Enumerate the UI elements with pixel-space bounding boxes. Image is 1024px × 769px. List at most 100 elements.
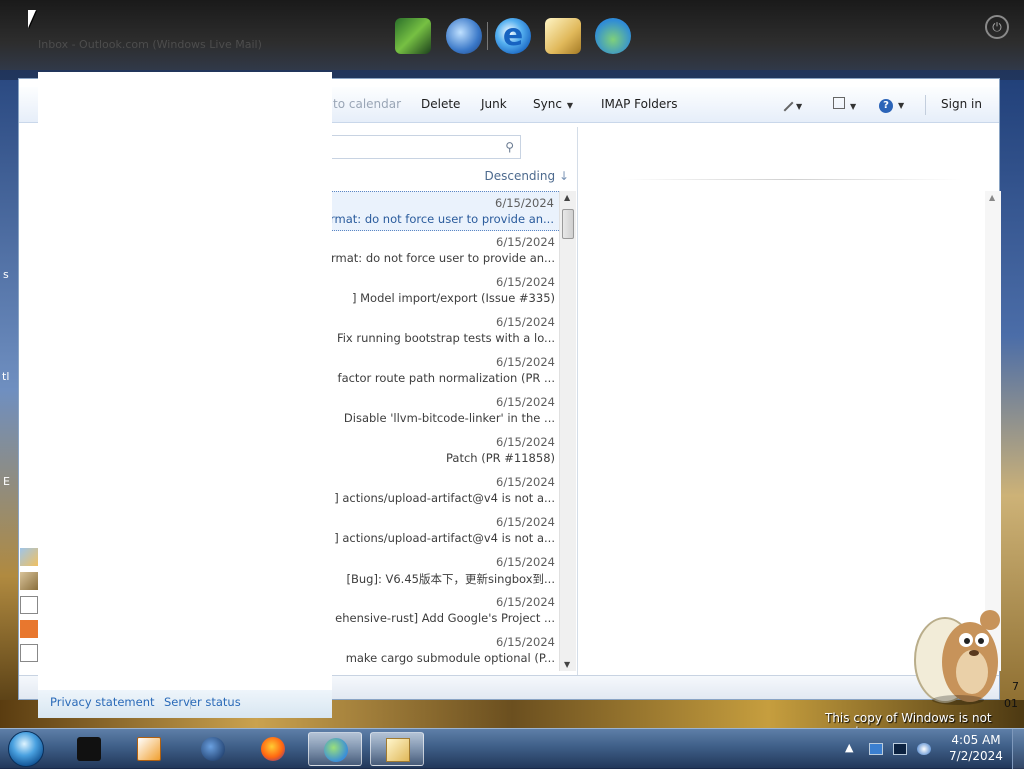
message-row[interactable]: 6/15/2024 ehensive-rust] Add Google's Pr…	[331, 591, 569, 631]
scroll-up-arrow-icon[interactable]: ▲	[564, 193, 570, 202]
message-row[interactable]: 6/15/2024 ] actions/upload-artifact@v4 i…	[331, 511, 569, 551]
message-list-scrollbar[interactable]: ▲ ▼	[559, 191, 576, 671]
message-date: 6/15/2024	[496, 395, 555, 409]
power-icon[interactable]: ⏻	[985, 15, 1009, 39]
message-date: 6/15/2024	[496, 635, 555, 649]
message-row[interactable]: 6/15/2024 Fix running bootstrap tests wi…	[331, 311, 569, 351]
desktop-wallpaper-left	[0, 80, 18, 700]
message-row[interactable]: 6/15/2024 ] actions/upload-artifact@v4 i…	[331, 471, 569, 511]
junk-button[interactable]: Junk	[481, 97, 507, 111]
scrollbar-thumb[interactable]	[562, 209, 574, 239]
imap-folders-button[interactable]: IMAP Folders	[601, 97, 678, 111]
message-row[interactable]: 6/15/2024 Patch (PR #11858) ⚑	[331, 431, 569, 471]
message-subject: [Bug]: V6.45版本下，更新singbox到...	[346, 572, 555, 586]
message-date: 6/15/2024	[496, 555, 555, 569]
launcher-separator	[487, 22, 488, 50]
sidebar-contacts-icon[interactable]	[20, 596, 38, 614]
taskbar-mail-app[interactable]	[370, 732, 424, 766]
message-row[interactable]: 6/15/2024 factor route path normalizatio…	[331, 351, 569, 391]
paintbrush-menu-button[interactable]: ▼	[776, 94, 803, 112]
desktop-fragment-text: E	[3, 475, 10, 488]
reading-pane-header-line	[621, 179, 961, 180]
media-player-icon	[137, 737, 161, 761]
gopher-mascot-icon	[914, 610, 1000, 705]
message-row[interactable]: 6/15/2024 [Bug]: V6.45版本下，更新singbox到... …	[331, 551, 569, 591]
message-subject: make cargo submodule optional (P...	[345, 651, 555, 665]
taskbar-globe-app[interactable]	[186, 732, 240, 766]
sign-in-button[interactable]: Sign in	[941, 97, 982, 111]
taskbar-messenger-app[interactable]	[308, 732, 362, 766]
sidebar-mail-icon[interactable]	[20, 548, 38, 566]
sidebar-feeds-icon[interactable]	[20, 620, 38, 638]
message-date: 6/15/2024	[496, 435, 555, 449]
message-date: 6/15/2024	[496, 355, 555, 369]
show-hidden-icons-arrow-icon[interactable]: ▲	[845, 741, 853, 754]
network-icon[interactable]	[893, 743, 907, 755]
pane-splitter[interactable]	[577, 127, 578, 677]
messenger-icon[interactable]	[595, 18, 631, 54]
terminal-icon	[77, 737, 101, 761]
desktop-fragment-text: s	[3, 268, 9, 281]
taskbar-clock[interactable]: 4:05 AM 7/2/2024	[944, 732, 1008, 764]
app-launcher-bar: Inbox - Outlook.com (Windows Live Mail) …	[0, 0, 1024, 70]
message-list: 6/15/2024 rmat: do not force user to pro…	[331, 191, 569, 671]
taskbar-firefox-app[interactable]	[246, 732, 300, 766]
message-subject: ] Model import/export (Issue #335)	[351, 291, 555, 305]
privacy-statement-link[interactable]: Privacy statement	[50, 695, 155, 709]
message-date: 6/15/2024	[496, 275, 555, 289]
delete-button[interactable]: Delete	[421, 97, 460, 111]
server-status-link[interactable]: Server status	[164, 695, 241, 709]
scroll-up-arrow-icon[interactable]: ▲	[989, 193, 995, 202]
paintbrush-icon	[776, 94, 794, 112]
launcher-ghost-title: Inbox - Outlook.com (Windows Live Mail)	[38, 38, 262, 51]
taskbar: ▲ 4:05 AM 7/2/2024	[0, 728, 1024, 769]
mail-icon[interactable]	[545, 18, 581, 54]
view-icon	[833, 97, 845, 109]
mail-icon	[386, 738, 410, 762]
message-subject: Fix running bootstrap tests with a lo...	[336, 331, 555, 345]
taskbar-media-app[interactable]	[122, 732, 176, 766]
minecraft-icon[interactable]	[395, 18, 431, 54]
add-to-calendar-button[interactable]: to calendar	[333, 97, 401, 111]
message-subject: factor route path normalization (PR ...	[337, 371, 555, 385]
taskbar-terminal-app[interactable]	[62, 732, 116, 766]
message-date: 6/15/2024	[496, 595, 555, 609]
messenger-icon	[324, 738, 348, 762]
message-date: 6/15/2024	[496, 475, 555, 489]
message-date: 6/15/2024	[496, 235, 555, 249]
message-row[interactable]: 6/15/2024 Disable 'llvm-bitcode-linker' …	[331, 391, 569, 431]
globe-download-icon[interactable]	[446, 18, 482, 54]
message-subject: rmat: do not force user to provide an...	[331, 212, 554, 226]
tray-app-icon[interactable]	[869, 743, 883, 755]
firefox-icon	[261, 737, 285, 761]
sidebar-calendar-icon[interactable]	[20, 572, 38, 590]
message-date: 6/15/2024	[496, 515, 555, 529]
sort-order-control[interactable]: Descending ↓	[331, 169, 577, 187]
message-row[interactable]: 6/15/2024 rmat: do not force user to pro…	[331, 191, 569, 231]
tray-update-icon[interactable]	[917, 743, 931, 755]
message-row[interactable]: 6/15/2024 rmat: do not force user to pro…	[331, 231, 569, 271]
clock-date: 7/2/2024	[949, 749, 1003, 763]
chevron-down-icon: ▼	[898, 101, 905, 110]
chevron-down-icon: ▼	[796, 102, 803, 111]
sort-arrow-icon: ↓	[558, 169, 569, 183]
message-row[interactable]: 6/15/2024 make cargo submodule optional …	[331, 631, 569, 671]
message-row[interactable]: 6/15/2024 ] Model import/export (Issue #…	[331, 271, 569, 311]
chevron-down-icon: ▼	[850, 102, 857, 111]
scroll-down-arrow-icon[interactable]: ▼	[564, 660, 570, 669]
message-subject: ] actions/upload-artifact@v4 is not a...	[334, 531, 555, 545]
help-menu-button[interactable]: ? ▼	[879, 97, 904, 113]
mouse-cursor-icon	[28, 10, 36, 28]
view-menu-button[interactable]: ▼	[833, 97, 856, 112]
reading-pane-scrollbar[interactable]: ▲	[985, 191, 1001, 671]
start-button[interactable]	[8, 731, 44, 767]
internet-explorer-icon[interactable]: e	[495, 18, 531, 54]
show-desktop-button[interactable]	[1012, 729, 1024, 769]
globe-icon	[201, 737, 225, 761]
search-input[interactable]: ⚲	[331, 135, 521, 159]
sidebar-newsgroups-icon[interactable]	[20, 644, 38, 662]
desktop-fragment-text: tl	[2, 370, 10, 383]
clock-time: 4:05 AM	[951, 733, 1001, 747]
sync-button[interactable]: Sync ▼	[533, 97, 573, 111]
search-icon: ⚲	[505, 140, 514, 154]
